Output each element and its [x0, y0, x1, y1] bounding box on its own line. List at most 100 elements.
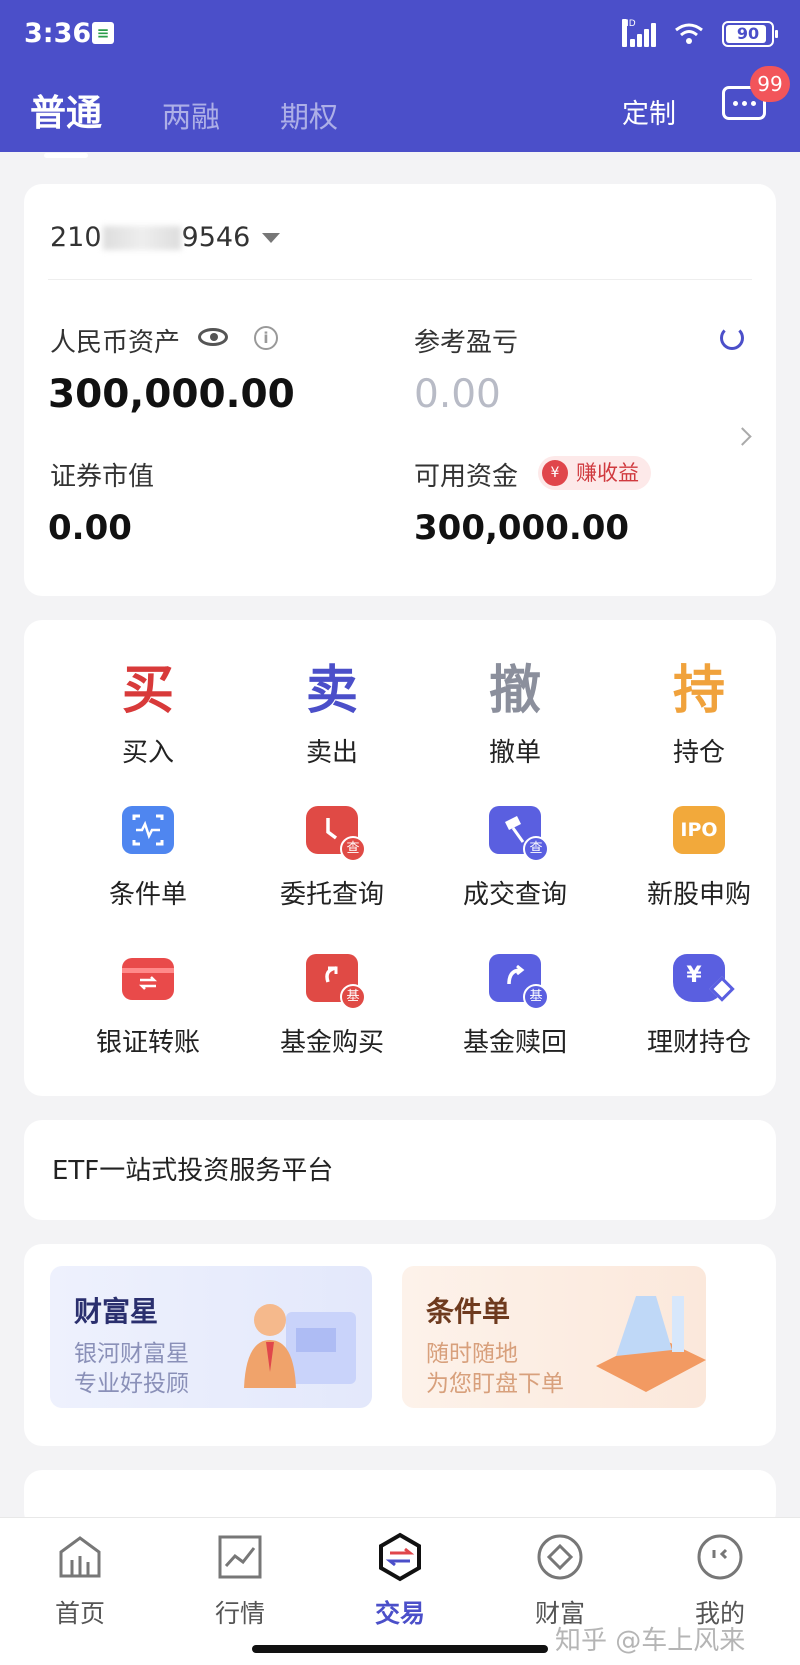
query-badge: 查: [523, 836, 549, 862]
buy-label: 买入: [121, 738, 174, 768]
cancel-order-icon: 撤: [488, 661, 541, 721]
securities-value: 0.00: [48, 508, 132, 548]
fund-buy-button[interactable]: 基 基金购买: [238, 944, 426, 1074]
info-icon[interactable]: i: [254, 326, 278, 350]
sell-icon: 卖: [305, 661, 358, 721]
wifi-icon: [675, 23, 703, 44]
etf-platform-card[interactable]: ETF一站式投资服务平台: [24, 1120, 776, 1220]
cancel-order-button[interactable]: 撤 撤单: [421, 648, 609, 778]
wealth-holdings-icon: ¥: [673, 954, 735, 1002]
earn-tag-label: 赚收益: [576, 461, 639, 485]
cancel-order-label: 撤单: [488, 738, 541, 768]
yen-icon: ¥: [542, 460, 568, 486]
conditional-order-banner[interactable]: 条件单 随时随地 为您盯盘下单: [402, 1266, 706, 1408]
promo-line: 专业好投顾: [74, 1371, 189, 1397]
query-badge: 查: [340, 836, 366, 862]
home-indicator[interactable]: [252, 1645, 548, 1653]
tab-home-label: 首页: [54, 1599, 105, 1628]
ref-pl-value: 0.00: [414, 372, 501, 417]
account-card: 210 9546 人民币资产 i 300,000.00 参考盈亏 0.00 证券…: [24, 184, 776, 596]
available-funds-value: 300,000.00: [414, 508, 630, 548]
fund-buy-label: 基金购买: [279, 1028, 384, 1058]
bank-transfer-button[interactable]: 银证转账: [54, 944, 242, 1074]
deal-query-button[interactable]: 查 成交查询: [421, 796, 609, 926]
tab-options[interactable]: 期权: [280, 94, 338, 136]
holdings-label: 持仓: [672, 738, 725, 768]
battery-icon: 90: [722, 21, 778, 47]
conditional-order-button[interactable]: 条件单: [54, 796, 242, 926]
order-query-button[interactable]: 查 委托查询: [238, 796, 426, 926]
trade-icon: [379, 1532, 421, 1582]
fund-redeem-label: 基金赎回: [462, 1028, 567, 1058]
ai-illustration-icon: [596, 1296, 706, 1392]
battery-level: 90: [736, 24, 760, 43]
tab-regular[interactable]: 普通: [30, 84, 102, 158]
ipo-subscription-label: 新股申购: [646, 880, 751, 910]
message-badge: 99: [750, 66, 790, 102]
hd-label: HD: [622, 19, 636, 47]
holdings-icon: 持: [672, 661, 725, 721]
wealth-holdings-button[interactable]: ¥ 理财持仓: [605, 944, 793, 1074]
account-id-prefix: 210: [50, 222, 102, 253]
bank-transfer-icon: [122, 958, 174, 1000]
fund-redeem-button[interactable]: 基 基金赎回: [421, 944, 609, 1074]
account-id-masked: [102, 225, 181, 250]
conditional-order-label: 条件单: [108, 880, 187, 910]
promo-line: 随时随地: [426, 1341, 518, 1367]
market-chart-icon: [218, 1535, 262, 1579]
chevron-down-icon: [262, 232, 281, 243]
signal-icon: HD: [622, 19, 656, 47]
status-bar: 3:36 ≡ HD 90: [0, 0, 800, 72]
wealth-icon: [537, 1534, 583, 1580]
available-funds-label: 可用资金: [414, 462, 519, 492]
tab-home[interactable]: 首页: [20, 1532, 140, 1630]
tab-trade-label: 交易: [374, 1599, 425, 1628]
tab-market-label: 行情: [214, 1599, 265, 1628]
tab-market[interactable]: 行情: [180, 1532, 300, 1630]
promo-line: 银河财富星: [74, 1341, 189, 1367]
refresh-icon[interactable]: [720, 326, 744, 350]
tab-wealth[interactable]: 财富: [500, 1532, 620, 1630]
ipo-icon: IPO: [673, 806, 725, 854]
divider: [48, 279, 752, 280]
account-id-suffix: 9546: [181, 222, 251, 253]
app-header: 3:36 ≡ HD 90 普通 两融 期权 定制 99: [0, 0, 800, 158]
earn-income-tag[interactable]: ¥ 赚收益: [538, 456, 651, 490]
tab-margin[interactable]: 两融: [162, 94, 220, 136]
bank-transfer-label: 银证转账: [95, 1028, 200, 1058]
notification-app-icon: ≡: [92, 22, 114, 44]
eye-icon[interactable]: [198, 328, 228, 346]
deal-query-label: 成交查询: [462, 880, 567, 910]
trade-actions-card: 买 买入 卖 卖出 撤 撤单 持 持仓 条件单 查 委托查询 查 成交查询 IP…: [24, 620, 776, 1096]
account-type-tabs: 普通 两融 期权: [30, 84, 398, 158]
status-icons: HD 90: [622, 18, 778, 50]
securities-value-label: 证券市值: [50, 462, 155, 492]
fund-redeem-icon: 基: [489, 954, 549, 1010]
order-query-icon: 查: [306, 806, 366, 862]
sell-label: 卖出: [305, 738, 358, 768]
watermark: 知乎 @车上风来: [555, 1626, 746, 1656]
wealth-star-banner[interactable]: 财富星 银河财富星 专业好投顾: [50, 1266, 372, 1408]
sell-button[interactable]: 卖 卖出: [238, 648, 426, 778]
account-selector[interactable]: 210 9546: [50, 222, 281, 253]
tab-trade[interactable]: 交易: [340, 1532, 460, 1630]
promo-title: 财富星: [74, 1295, 159, 1328]
customize-button[interactable]: 定制: [622, 92, 676, 131]
tab-profile[interactable]: 我的: [660, 1532, 780, 1630]
rmb-assets-value: 300,000.00: [48, 372, 295, 417]
promo-title: 条件单: [426, 1295, 511, 1328]
deal-query-icon: 查: [489, 806, 549, 862]
rmb-assets-label: 人民币资产: [50, 328, 181, 358]
buy-button[interactable]: 买 买入: [54, 648, 242, 778]
status-time: 3:36: [24, 18, 92, 49]
fund-buy-icon: 基: [306, 954, 366, 1010]
ref-pl-label: 参考盈亏: [414, 328, 519, 358]
ipo-subscription-button[interactable]: IPO 新股申购: [605, 796, 793, 926]
fund-badge: 基: [340, 984, 366, 1010]
chevron-right-icon[interactable]: [733, 427, 752, 446]
home-icon: [59, 1536, 101, 1578]
advisor-illustration-icon: [244, 1304, 356, 1388]
holdings-button[interactable]: 持 持仓: [605, 648, 793, 778]
order-query-label: 委托查询: [279, 880, 384, 910]
etf-platform-text: ETF一站式投资服务平台: [52, 1156, 334, 1186]
